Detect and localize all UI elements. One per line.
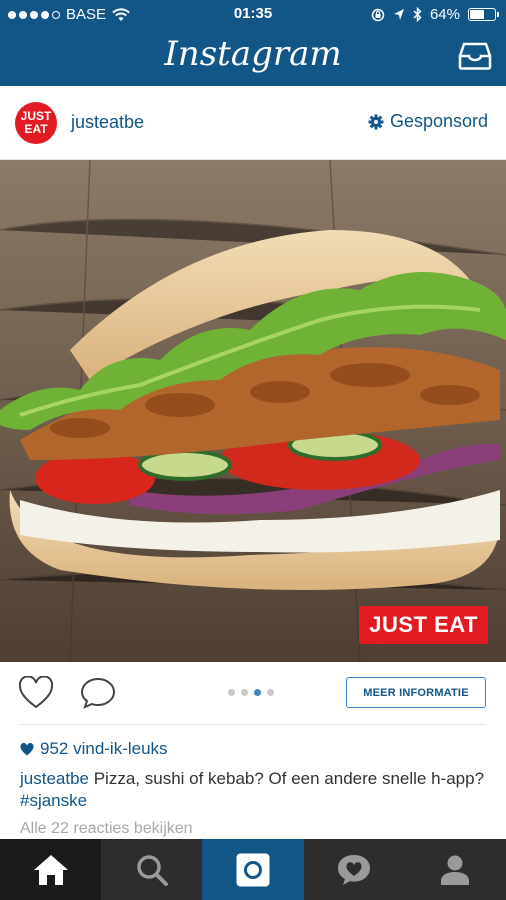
app-title: Instagram [164, 34, 342, 74]
carousel-indicator [228, 689, 274, 696]
caption-username[interactable]: justeatbe [20, 769, 89, 788]
heart-icon[interactable] [18, 676, 54, 710]
brand-badge: JUST EAT [359, 606, 488, 644]
tab-activity[interactable] [304, 839, 405, 900]
bottom-tab-bar [0, 839, 506, 900]
home-icon [33, 854, 68, 885]
activity-heart-icon [338, 854, 371, 885]
divider [20, 724, 486, 725]
post-actions: MEER INFORMATIE [0, 662, 506, 724]
camera-icon [236, 853, 270, 886]
tab-profile[interactable] [405, 839, 506, 900]
profile-icon [441, 855, 470, 885]
carousel-dot [267, 689, 274, 696]
likes-count[interactable]: 952 vind-ik-leuks [20, 739, 168, 759]
tab-camera[interactable] [202, 839, 304, 900]
caption-hashtag[interactable]: #sjanske [20, 791, 87, 810]
inbox-icon[interactable] [458, 42, 492, 70]
sponsored-text: Gesponsord [389, 111, 488, 131]
post-caption: justeatbe Pizza, sushi of kebab? Of een … [20, 768, 486, 812]
battery-icon [468, 8, 499, 21]
carousel-dot [254, 689, 261, 696]
status-bar: BASE 01:35 64% [0, 0, 506, 30]
search-icon [137, 854, 168, 886]
sponsored-gear-icon [368, 114, 384, 129]
lock-rotation-icon [371, 8, 385, 21]
avatar[interactable]: JUST EAT [15, 102, 57, 144]
top-navigation-bar: BASE 01:35 64% Instagram [0, 0, 506, 86]
carousel-dot [241, 689, 248, 696]
view-comments-link[interactable]: Alle 22 reacties bekijken [20, 820, 193, 838]
tab-search[interactable] [101, 839, 202, 900]
post-username[interactable]: justeatbe [71, 112, 144, 133]
post-header: JUST EAT justeatbe Gesponsord [0, 86, 506, 160]
sponsored-label[interactable]: Gesponsord [368, 111, 488, 132]
tab-home[interactable] [0, 839, 102, 900]
bluetooth-icon [413, 7, 422, 22]
kebab-photo [0, 160, 506, 662]
location-icon [393, 9, 404, 20]
post-image[interactable]: JUST EAT [0, 160, 506, 662]
more-info-button[interactable]: MEER INFORMATIE [346, 677, 486, 708]
likes-heart-icon [20, 742, 34, 755]
battery-percent: 64% [429, 6, 460, 23]
comment-icon[interactable] [80, 676, 116, 710]
likes-text: 952 vind-ik-leuks [40, 739, 168, 758]
caption-text: Pizza, sushi of kebab? Of een andere sne… [89, 769, 485, 788]
carousel-dot [228, 689, 235, 696]
